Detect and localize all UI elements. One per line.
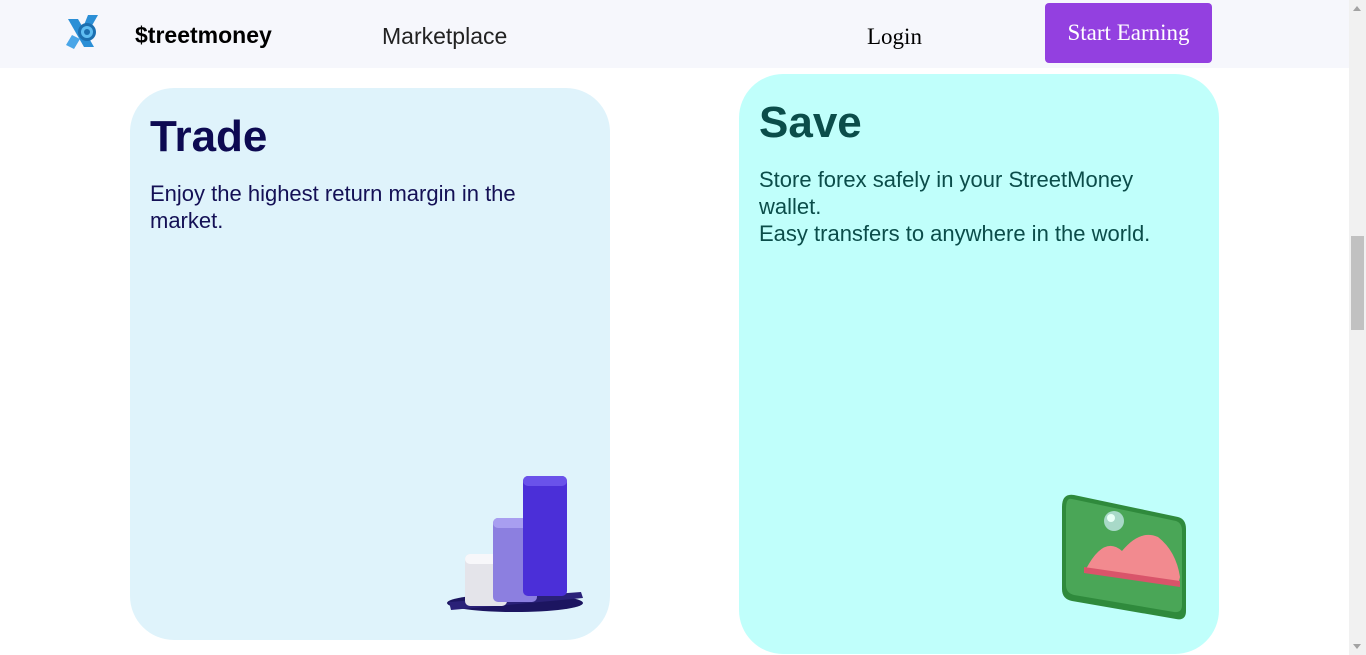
save-title: Save xyxy=(759,98,862,147)
save-description-line-2: Easy transfers to anywhere in the world. xyxy=(759,221,1151,246)
trade-title: Trade xyxy=(150,112,268,161)
bar-chart-3d-icon xyxy=(447,476,583,612)
nav-link-marketplace[interactable]: Marketplace xyxy=(382,23,507,50)
image-3d-icon xyxy=(1062,494,1186,620)
start-earning-button[interactable]: Start Earning xyxy=(1045,3,1212,63)
save-description-line-1: Store forex safely in your StreetMoney w… xyxy=(759,167,1134,219)
scroll-up-arrow-icon[interactable] xyxy=(1353,6,1361,11)
streetmoney-logo-icon[interactable] xyxy=(64,13,106,53)
navbar: $treetmoney Marketplace Login Start Earn… xyxy=(0,0,1349,68)
scrollbar-thumb[interactable] xyxy=(1351,236,1364,330)
trade-description: Enjoy the highest return margin in the m… xyxy=(150,181,516,233)
scroll-down-arrow-icon[interactable] xyxy=(1353,644,1361,649)
brand-name[interactable]: $treetmoney xyxy=(135,22,272,49)
vertical-scrollbar[interactable] xyxy=(1349,0,1366,655)
nav-link-login[interactable]: Login xyxy=(867,24,922,50)
save-description: Store forex safely in your StreetMoney w… xyxy=(759,166,1199,247)
